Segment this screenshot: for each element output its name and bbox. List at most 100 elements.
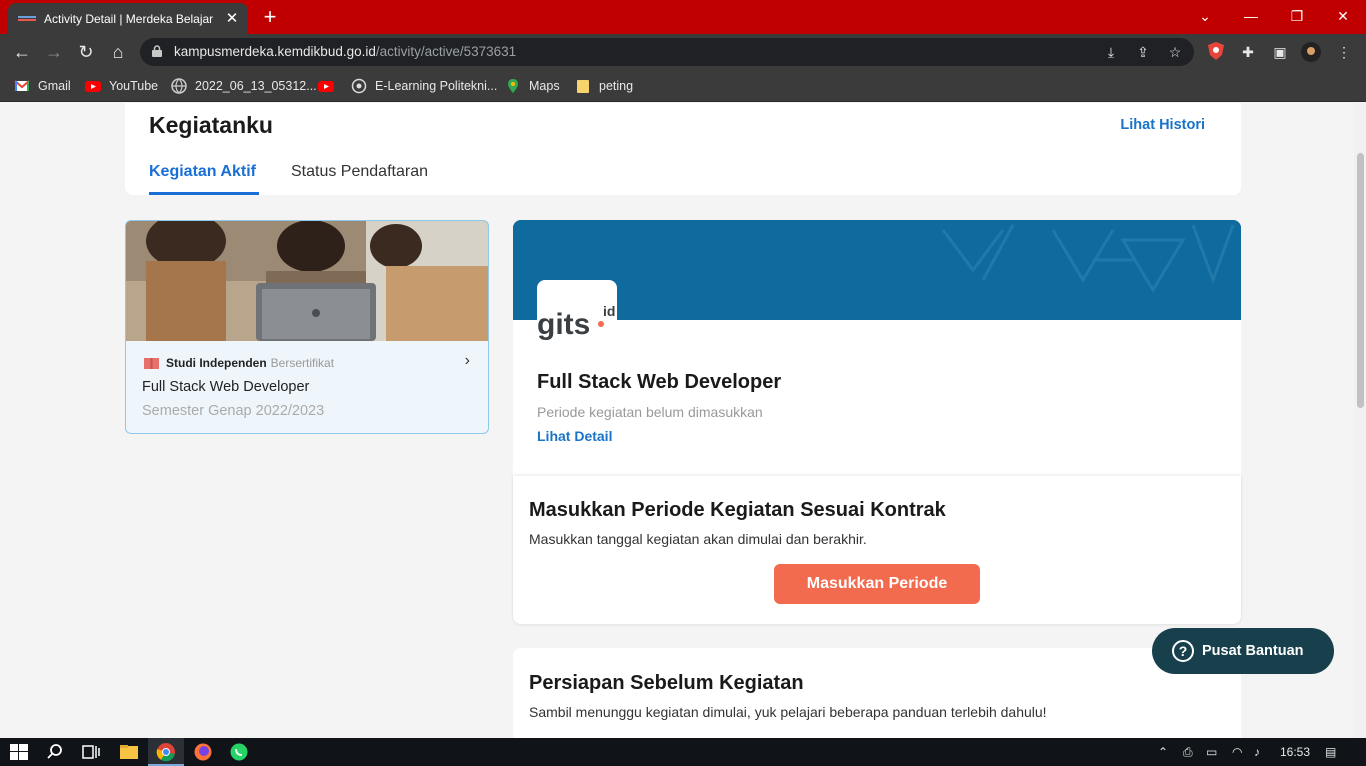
active-tab-indicator [149,192,259,195]
gmail-icon [14,80,30,91]
extensions-icon[interactable]: ✚ [1238,42,1258,62]
profile-avatar[interactable] [1301,42,1321,62]
help-center-label: Pusat Bantuan [1202,643,1304,659]
activity-type: Studi Independen Bersertifikat [144,356,334,370]
tray-chevron-icon[interactable]: ⌃ [1158,744,1168,760]
side-panel-icon[interactable]: ▣ [1270,42,1290,62]
bookmark-label: peting [599,79,634,93]
tab-title: Activity Detail | Merdeka Belajar [44,11,214,26]
company-banner [513,220,1241,320]
bookmark-file[interactable]: 2022_06_13_05312... [171,77,317,95]
url-path: /activity/active/5373631 [375,44,517,59]
youtube-icon [85,81,101,92]
browser-titlebar: Activity Detail | Merdeka Belajar ✕ + ⌄ … [0,0,1366,34]
activity-detail-card: gits id Full Stack Web Developer Periode… [513,220,1241,476]
question-icon: ? [1172,640,1194,662]
browser-menu-icon[interactable]: ⋮ [1334,42,1354,62]
page-viewport: Kegiatanku Lihat Histori Kegiatan Aktif … [0,103,1366,738]
bookmark-maps[interactable]: Maps [505,77,560,95]
gits-logo-icon: gits id [537,303,615,341]
whatsapp-icon[interactable] [228,742,250,762]
browser-toolbar: ← → ↻ ⌂ kampusmerdeka.kemdikbud.go.id/ac… [0,34,1366,70]
book-icon [144,358,159,369]
folder-icon [577,80,589,93]
detail-period: Periode kegiatan belum dimasukkan [537,404,763,420]
scrollbar-thumb[interactable] [1357,153,1364,408]
address-bar[interactable]: kampusmerdeka.kemdikbud.go.id/activity/a… [140,38,1194,66]
bookmark-folder-peting[interactable]: peting [575,77,633,95]
windows-start-icon[interactable] [8,742,30,762]
preparation-description: Sambil menunggu kegiatan dimulai, yuk pe… [529,704,1047,720]
activity-photo [126,221,488,341]
chevron-right-icon[interactable]: › [465,352,470,370]
tab-kegiatan-aktif[interactable]: Kegiatan Aktif [149,163,256,181]
bookmark-label: E-Learning Politekni... [375,79,498,93]
bookmarks-bar: Gmail YouTube 2022_06_13_05312... E-Lear… [0,70,1366,102]
firefox-icon[interactable] [192,742,214,762]
lock-icon[interactable] [152,45,162,57]
task-view-icon[interactable] [80,742,102,762]
install-icon[interactable]: ⤓ [1102,43,1120,61]
restore-button[interactable]: ❐ [1274,4,1320,28]
logo-text: gits [537,308,590,341]
activity-card[interactable]: Studi Independen Bersertifikat › Full St… [125,220,489,434]
share-icon[interactable]: ⇪ [1134,43,1152,61]
logo-suffix: id [603,303,615,319]
activity-semester: Semester Genap 2022/2023 [142,403,325,419]
bookmark-elearning[interactable]: E-Learning Politekni... [351,77,497,95]
help-center-button[interactable]: ? Pusat Bantuan [1152,628,1334,674]
chrome-icon[interactable] [155,742,177,762]
company-logo: gits id [537,280,617,342]
preparation-title: Persiapan Sebelum Kegiatan [529,672,804,694]
bookmark-label: YouTube [109,79,159,93]
tab-search-icon[interactable]: ⌄ [1182,4,1228,28]
reload-icon[interactable]: ↻ [74,40,98,64]
search-icon[interactable] [44,742,66,762]
tab-close-icon[interactable]: ✕ [224,10,240,27]
activity-type-sub: Bersertifikat [270,356,335,370]
activity-type-label: Studi Independen [166,356,267,370]
bookmark-label: 2022_06_13_05312... [195,79,317,93]
clock-time[interactable]: 16:53 [1280,744,1310,760]
wifi-icon[interactable]: ◠ [1232,744,1242,760]
url-host: kampusmerdeka.kemdikbud.go.id [174,44,376,59]
header-card: Kegiatanku Lihat Histori Kegiatan Aktif … [125,103,1241,195]
preparation-card: Persiapan Sebelum Kegiatan Sambil menung… [513,648,1241,738]
page-title: Kegiatanku [149,112,273,138]
politeknik-icon [351,78,367,94]
merdeka-belajar-favicon [18,15,36,21]
bookmark-star-icon[interactable]: ☆ [1166,43,1184,61]
url-text: kampusmerdeka.kemdikbud.go.id/activity/a… [174,44,516,59]
forward-icon[interactable]: → [42,40,66,64]
detail-title: Full Stack Web Developer [537,371,782,393]
globe-icon [171,78,187,94]
bookmark-label: Maps [529,79,560,93]
windows-taskbar: ⌃ ⎙ ▭ ◠ ♪ 16:53 ▤ [0,738,1366,766]
bookmark-label: Gmail [38,79,71,93]
bookmark-gmail[interactable]: Gmail [14,77,71,95]
bookmark-youtube[interactable]: YouTube [85,77,158,95]
tab-status-pendaftaran[interactable]: Status Pendaftaran [291,163,428,181]
back-icon[interactable]: ← [10,40,34,64]
new-tab-button[interactable]: + [258,6,282,28]
history-link[interactable]: Lihat Histori [1120,117,1205,133]
enter-period-button[interactable]: Masukkan Periode [774,564,980,604]
period-description: Masukkan tanggal kegiatan akan dimulai d… [529,531,867,547]
volume-icon[interactable]: ♪ [1254,744,1260,760]
page-scrollbar[interactable] [1354,103,1366,738]
maps-icon [508,79,518,93]
period-card: Masukkan Periode Kegiatan Sesuai Kontrak… [513,476,1241,624]
browser-tab[interactable]: Activity Detail | Merdeka Belajar ✕ [8,3,248,34]
tray-device-icon[interactable]: ⎙ [1183,744,1193,760]
period-title: Masukkan Periode Kegiatan Sesuai Kontrak [529,499,946,521]
home-icon[interactable]: ⌂ [106,40,130,64]
file-explorer-icon[interactable] [118,742,140,762]
brave-shield-icon[interactable] [1206,42,1226,62]
notification-icon[interactable]: ▤ [1325,744,1336,760]
activity-name: Full Stack Web Developer [142,379,310,395]
battery-icon[interactable]: ▭ [1206,744,1217,760]
bookmark-youtube-2[interactable] [318,77,342,95]
detail-link[interactable]: Lihat Detail [537,428,612,444]
close-window-button[interactable]: ✕ [1320,4,1366,28]
minimize-button[interactable]: — [1228,4,1274,28]
